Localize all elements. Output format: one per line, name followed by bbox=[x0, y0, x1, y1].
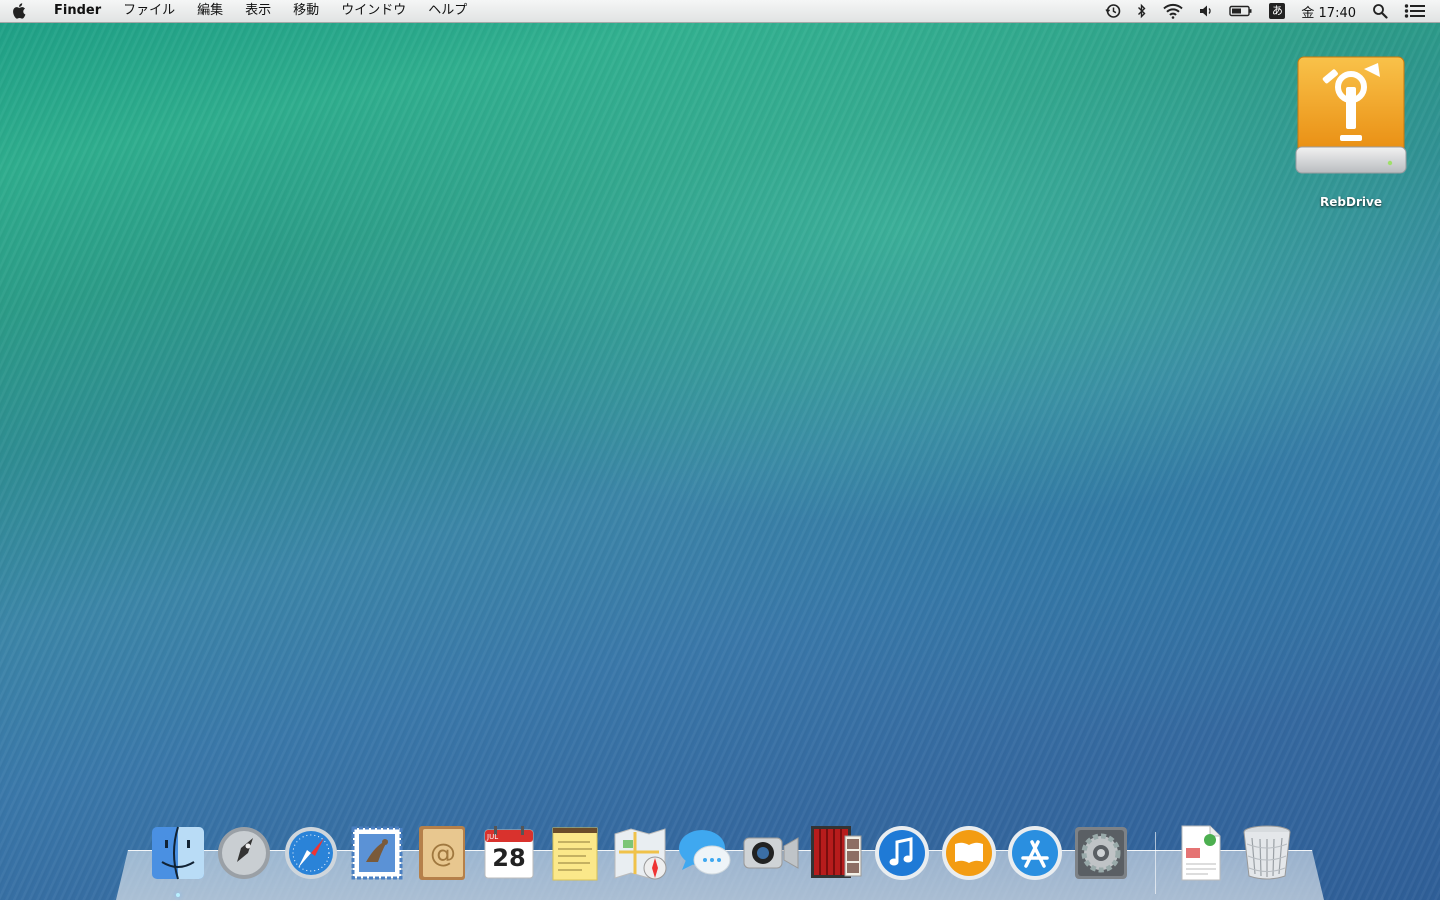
dock-trash[interactable] bbox=[1238, 822, 1296, 882]
search-icon[interactable] bbox=[1364, 0, 1396, 22]
system-preferences-icon bbox=[1075, 827, 1127, 879]
desktop-icon-label: RebDrive bbox=[1320, 195, 1382, 209]
wifi-icon[interactable] bbox=[1155, 0, 1191, 22]
menu-edit[interactable]: 編集 bbox=[186, 0, 234, 22]
mail-icon bbox=[351, 826, 403, 880]
dock-safari[interactable] bbox=[282, 822, 340, 882]
battery-icon[interactable] bbox=[1221, 0, 1261, 22]
dock-notes[interactable] bbox=[546, 822, 604, 882]
time-machine-icon[interactable] bbox=[1097, 0, 1129, 22]
ibooks-icon bbox=[942, 826, 996, 880]
volume-icon[interactable] bbox=[1191, 0, 1221, 22]
dock-calendar[interactable]: JUL 28 bbox=[480, 822, 538, 882]
input-method-label: あ bbox=[1269, 3, 1286, 19]
apple-icon[interactable] bbox=[0, 0, 38, 22]
maps-icon bbox=[614, 828, 667, 880]
photo-booth-icon bbox=[811, 826, 862, 878]
desktop-wallpaper bbox=[0, 0, 1440, 900]
menu-view[interactable]: 表示 bbox=[234, 0, 282, 22]
dock-divider bbox=[1155, 832, 1156, 894]
dock-messages[interactable] bbox=[676, 822, 734, 882]
dock-system-preferences[interactable] bbox=[1072, 822, 1130, 882]
dock-ibooks[interactable] bbox=[940, 822, 998, 882]
dock-mail[interactable] bbox=[348, 822, 406, 882]
menu-window[interactable]: ウインドウ bbox=[330, 0, 417, 22]
contacts-icon: @ bbox=[419, 826, 465, 880]
document-stack-icon bbox=[1181, 825, 1221, 881]
dock-launchpad[interactable] bbox=[215, 822, 273, 882]
bluetooth-icon[interactable] bbox=[1129, 0, 1155, 22]
dock-finder[interactable] bbox=[149, 822, 207, 882]
launchpad-icon bbox=[218, 827, 270, 879]
menu-help[interactable]: ヘルプ bbox=[417, 0, 478, 22]
firewire-external-drive-icon bbox=[1295, 56, 1407, 174]
dock-facetime[interactable] bbox=[742, 822, 800, 882]
input-method-indicator[interactable]: あ bbox=[1261, 0, 1293, 22]
dock-app-store[interactable] bbox=[1006, 822, 1064, 882]
dock-maps[interactable] bbox=[611, 822, 669, 882]
menu-go[interactable]: 移動 bbox=[282, 0, 330, 22]
menu-clock[interactable]: 金 17:40 bbox=[1293, 0, 1364, 22]
menu-app-finder[interactable]: Finder bbox=[38, 0, 112, 22]
dock-photo-booth[interactable] bbox=[807, 822, 865, 882]
calendar-day: 28 bbox=[492, 844, 526, 872]
trash-icon bbox=[1243, 825, 1291, 880]
facetime-icon bbox=[743, 837, 799, 869]
menu-bar: Finder ファイル 編集 表示 移動 ウインドウ ヘルプ あ 金 17:40 bbox=[0, 0, 1440, 23]
dock-document-stack[interactable] bbox=[1172, 822, 1230, 882]
notification-center-icon[interactable] bbox=[1396, 0, 1440, 22]
dock-contacts[interactable]: @ bbox=[413, 822, 471, 882]
notes-icon bbox=[552, 827, 598, 881]
messages-icon bbox=[679, 830, 731, 875]
menu-file[interactable]: ファイル bbox=[112, 0, 186, 22]
dock-itunes[interactable] bbox=[873, 822, 931, 882]
desktop-icon-rebdrive[interactable]: RebDrive bbox=[1294, 55, 1408, 209]
finder-running-indicator bbox=[176, 893, 180, 897]
app-store-icon bbox=[1008, 826, 1062, 880]
itunes-icon bbox=[875, 826, 929, 880]
svg-text:@: @ bbox=[430, 839, 456, 869]
safari-icon bbox=[285, 827, 337, 879]
calendar-month: JUL bbox=[487, 833, 499, 841]
finder-icon bbox=[152, 826, 204, 880]
